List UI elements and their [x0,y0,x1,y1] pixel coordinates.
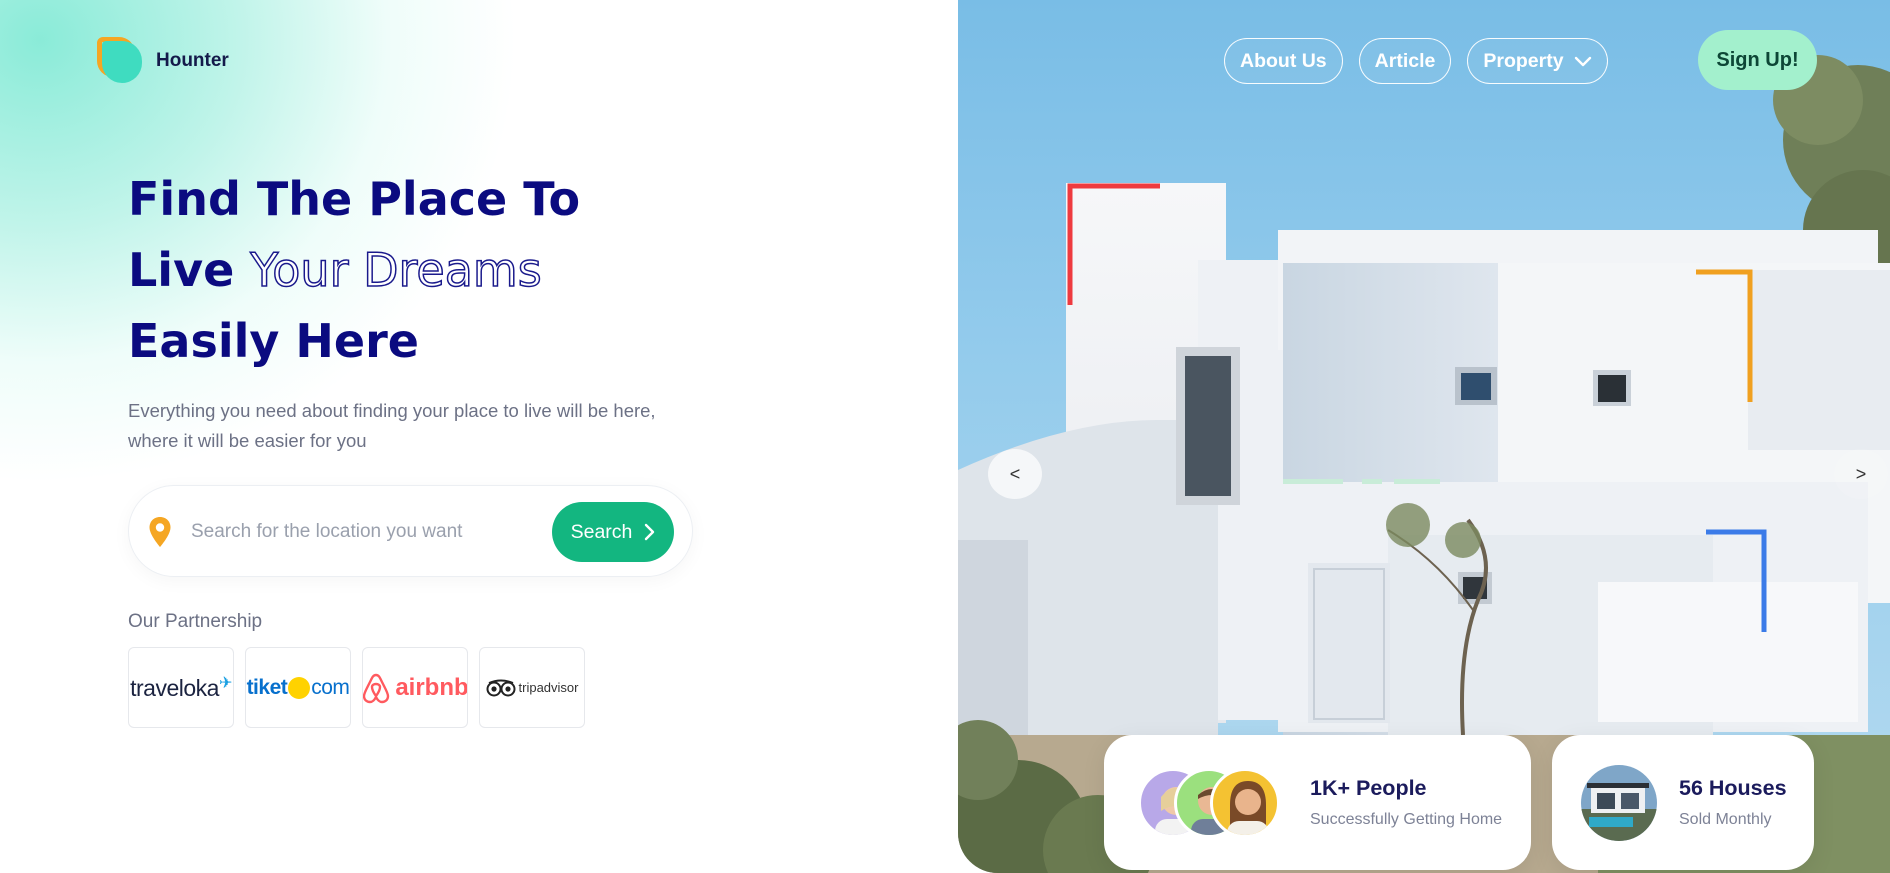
search-button-label: Search [570,520,633,543]
slider-prev-icon: < [1009,463,1021,484]
partner-traveloka[interactable]: traveloka✈ [128,647,234,728]
partner-tiket-text: tiket [246,675,288,699]
slider-next-button[interactable]: > [1834,449,1888,499]
houses-stat-title: 56 Houses [1679,776,1787,800]
partner-tripadvisor-text: tripadvisor [518,680,579,695]
partner-airbnb[interactable]: airbnb [362,647,468,728]
partner-traveloka-text: traveloka [130,675,219,701]
partner-airbnb-text: airbnb [395,673,468,701]
location-pin-icon [149,517,171,547]
sign-up-button[interactable]: Sign Up! [1698,30,1817,90]
partner-tiket-com: com [311,675,350,699]
nav-property-label: Property [1483,49,1564,72]
top-navigation: About Us Article Property [1224,38,1608,84]
nav-property-dropdown[interactable]: Property [1467,38,1608,84]
tiket-dot-icon [288,676,311,699]
people-stat-title: 1K+ People [1310,776,1427,800]
location-search-bar: Search [128,485,693,577]
hero-title-line-2: Live Your Dreams [128,235,828,306]
tripadvisor-owl-icon [486,679,516,696]
traveloka-bird-icon: ✈ [218,675,232,692]
hero-title-your-dreams: Your Dreams [250,242,543,298]
houses-stat-card: 56 Houses Sold Monthly [1552,735,1814,870]
people-stat-subtitle: Successfully Getting Home [1310,811,1503,828]
avatar [1210,767,1280,838]
partner-logos: traveloka✈ tiket com airbnb tripadvisor [128,647,585,728]
customer-avatars [1138,767,1288,838]
hero-title-live: Live [128,243,235,297]
nav-about-us[interactable]: About Us [1224,38,1343,84]
slider-next-icon: > [1855,463,1867,484]
airbnb-logo-icon [363,673,390,703]
hero-description: Everything you need about finding your p… [128,400,656,451]
partnership-label: Our Partnership [128,611,263,632]
slider-prev-button[interactable]: < [988,449,1042,499]
search-input[interactable] [191,514,551,550]
nav-article-label: Article [1374,49,1436,72]
chevron-down-icon [1574,56,1591,66]
hero-title-line-3: Easily Here [128,314,419,368]
partner-tripadvisor[interactable]: tripadvisor [479,647,585,728]
hounter-logo-icon [97,37,144,84]
search-button[interactable]: Search [552,502,674,562]
nav-about-us-label: About Us [1240,49,1327,72]
brand-name: Hounter [156,49,229,71]
brand-logo[interactable]: Hounter [97,37,229,84]
chevron-right-icon [645,523,655,541]
hero-title-line-1: Find The Place To [128,172,581,226]
nav-article[interactable]: Article [1358,38,1452,84]
partner-tiket[interactable]: tiket com [245,647,351,728]
house-thumbnail [1581,764,1657,841]
people-stat-card: 1K+ People Successfully Getting Home [1104,735,1531,870]
hero-title: Find The Place To Live Your Dreams Easil… [128,164,828,377]
houses-stat-subtitle: Sold Monthly [1679,811,1772,828]
